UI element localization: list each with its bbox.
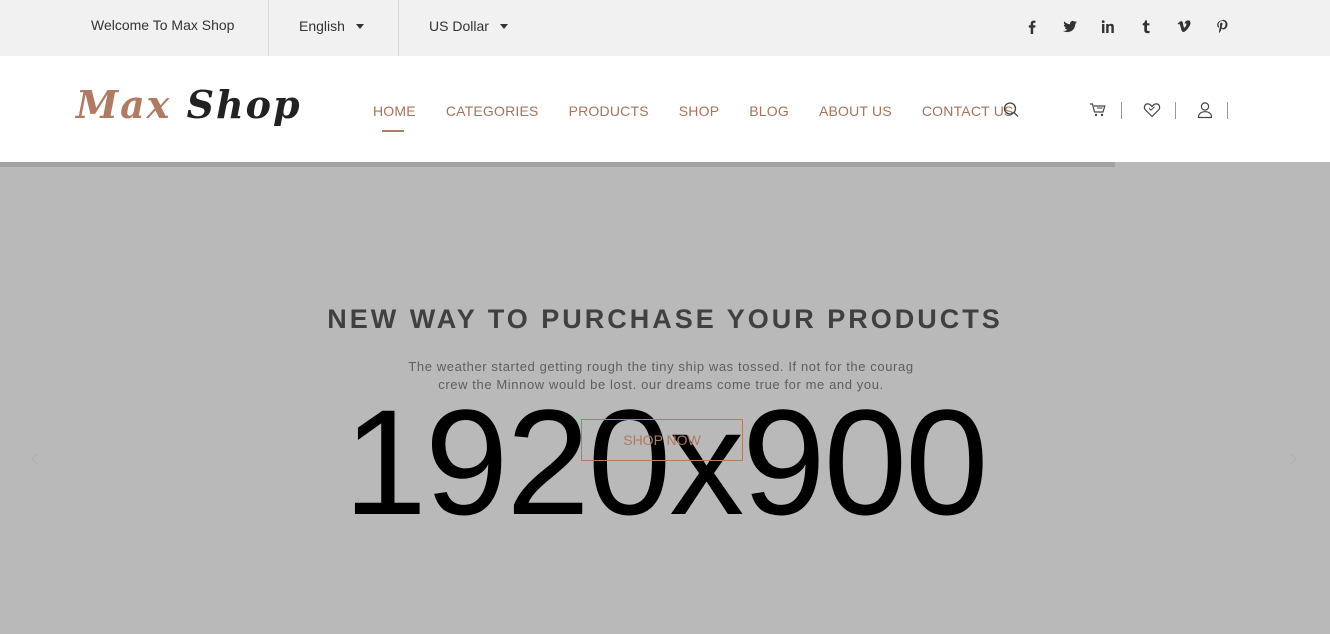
user-icon[interactable] [1195,100,1215,120]
logo[interactable]: Max Shop [76,82,302,127]
cart-icon[interactable] [1088,100,1108,120]
divider [1175,102,1176,119]
logo-part-max: Max [76,82,172,127]
main-header: Max Shop HOME CATEGORIES PRODUCTS SHOP B… [0,56,1330,162]
nav-blog[interactable]: BLOG [749,103,789,119]
language-select[interactable]: English [299,18,364,34]
slider-progress-bar [0,162,1115,167]
caret-down-icon [499,24,508,29]
language-label: English [299,18,345,34]
divider [268,0,269,56]
nav-contact-us[interactable]: CONTACT US [922,103,1014,119]
hero-description-line-1: The weather started getting rough the ti… [408,359,914,374]
nav-products[interactable]: PRODUCTS [569,103,649,119]
nav-home[interactable]: HOME [373,103,416,132]
nav-shop[interactable]: SHOP [679,103,719,119]
currency-label: US Dollar [429,18,489,34]
divider [1121,102,1122,119]
divider [1227,102,1228,119]
nav-categories[interactable]: CATEGORIES [446,103,539,119]
hero-title: NEW WAY TO PURCHASE YOUR PRODUCTS [327,304,1003,334]
main-nav: HOME CATEGORIES PRODUCTS SHOP BLOG ABOUT… [373,103,1044,132]
divider [398,0,399,56]
currency-select[interactable]: US Dollar [429,18,508,34]
search-icon[interactable] [1001,100,1021,120]
hero-slider: NEW WAY TO PURCHASE YOUR PRODUCTS The we… [0,162,1330,634]
vimeo-icon[interactable] [1172,16,1196,38]
social-links [1020,16,1234,38]
caret-down-icon [355,24,364,29]
facebook-icon[interactable] [1020,16,1044,38]
heart-icon[interactable] [1142,100,1162,120]
pinterest-icon[interactable] [1210,16,1234,38]
top-bar: Welcome To Max Shop English US Dollar [0,0,1330,56]
twitter-icon[interactable] [1058,16,1082,38]
welcome-text: Welcome To Max Shop [91,17,235,33]
tumblr-icon[interactable] [1134,16,1158,38]
nav-about-us[interactable]: ABOUT US [819,103,892,119]
image-placeholder-label: 1920x900 [343,378,989,546]
logo-part-shop: Shop [186,82,302,127]
linkedin-icon[interactable] [1096,16,1120,38]
shop-now-button[interactable]: SHOP NOW [581,419,743,461]
